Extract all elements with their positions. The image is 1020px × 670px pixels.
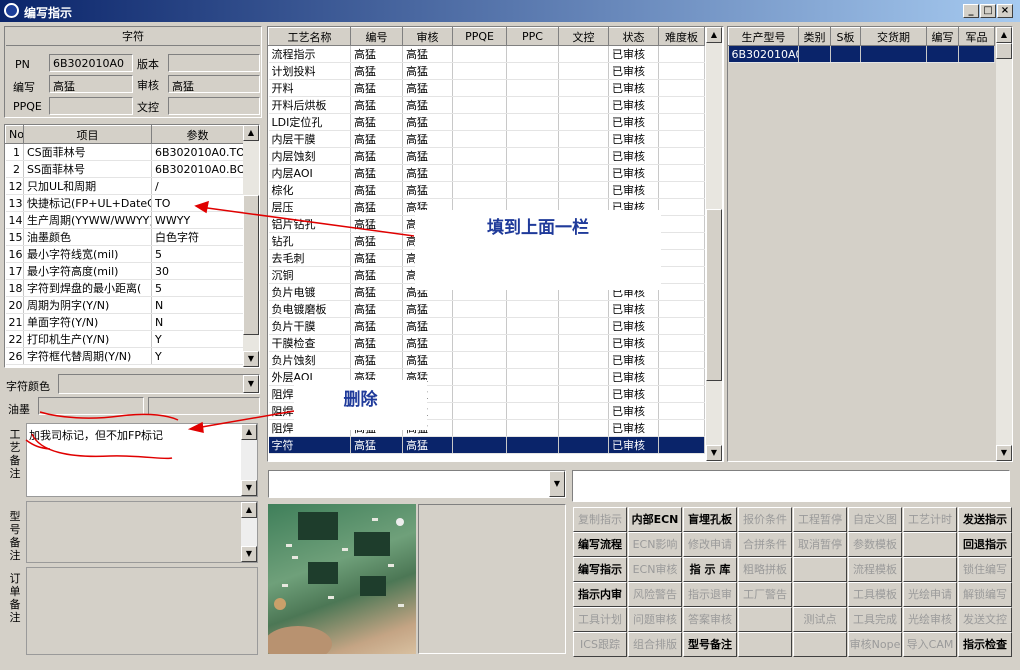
annotation-fill-above: 填到上面一栏	[415, 210, 661, 290]
annotation-overlay	[25, 200, 415, 460]
annotation-arrow-delete	[195, 409, 301, 429]
arrow-head-icon	[187, 421, 204, 433]
scribble-stroke	[31, 433, 173, 460]
arrow-head-icon	[194, 200, 209, 214]
annotation-delete: 删除	[294, 380, 427, 430]
annotation-arrow-fill	[199, 206, 415, 237]
scribble-stroke	[39, 411, 179, 421]
